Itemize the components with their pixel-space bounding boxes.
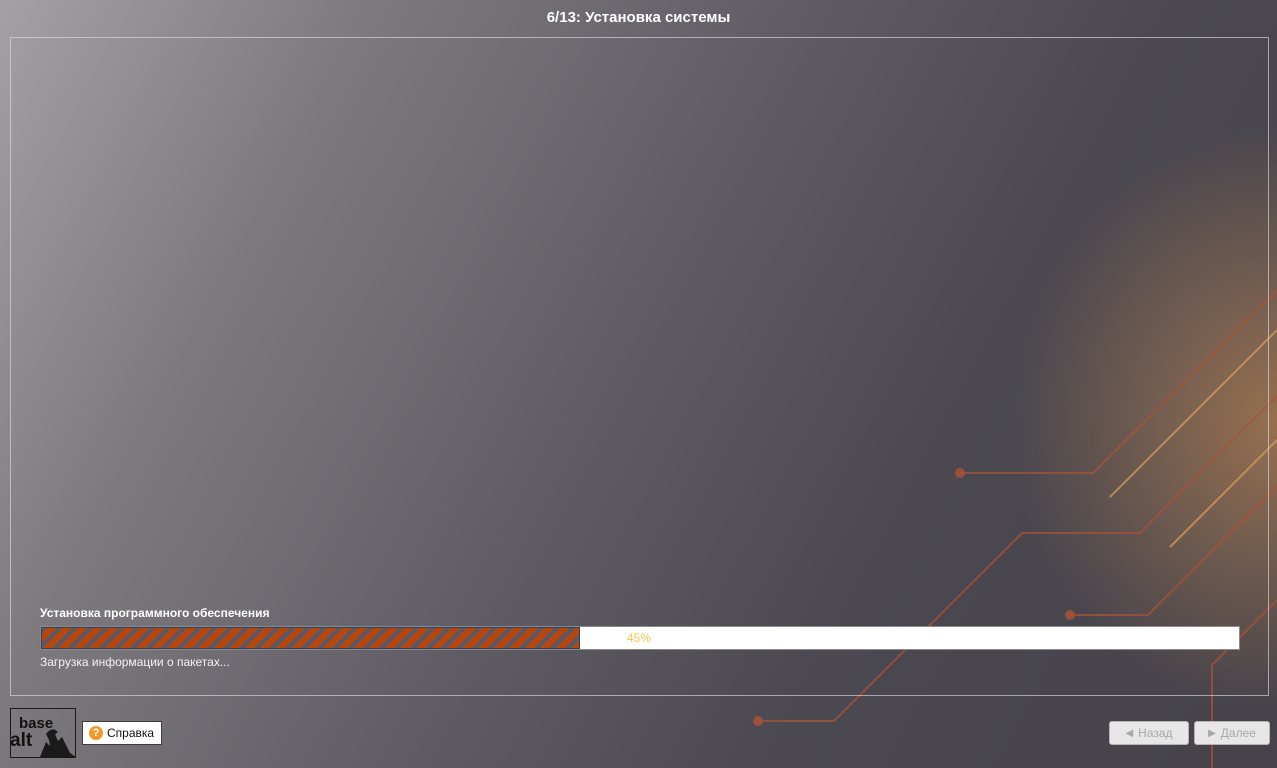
- install-progress-bar: 45%: [40, 626, 1240, 650]
- chevron-left-icon: ◀: [1125, 727, 1134, 739]
- logo-line2: alt: [10, 730, 33, 751]
- back-button[interactable]: ◀ Назад: [1109, 721, 1189, 745]
- install-section-label: Установка программного обеспечения: [40, 606, 270, 620]
- help-button-label: Справка: [107, 726, 155, 740]
- mountain-icon: [40, 732, 76, 757]
- progress-percent: 45%: [627, 631, 652, 645]
- page-title: 6/13: Установка системы: [546, 9, 731, 26]
- content-panel: [10, 37, 1269, 696]
- progress-fill: [41, 627, 581, 649]
- help-button[interactable]: ? Справка: [82, 721, 162, 745]
- basealt-logo: base alt: [10, 708, 76, 758]
- next-button-label: Далее: [1220, 726, 1256, 740]
- chevron-right-icon: ▶: [1208, 727, 1216, 739]
- question-circle-icon: ?: [89, 726, 103, 740]
- next-button[interactable]: ▶ Далее: [1194, 721, 1270, 745]
- install-status-text: Загрузка информации о пакетах...: [40, 655, 230, 669]
- back-button-label: Назад: [1138, 726, 1173, 740]
